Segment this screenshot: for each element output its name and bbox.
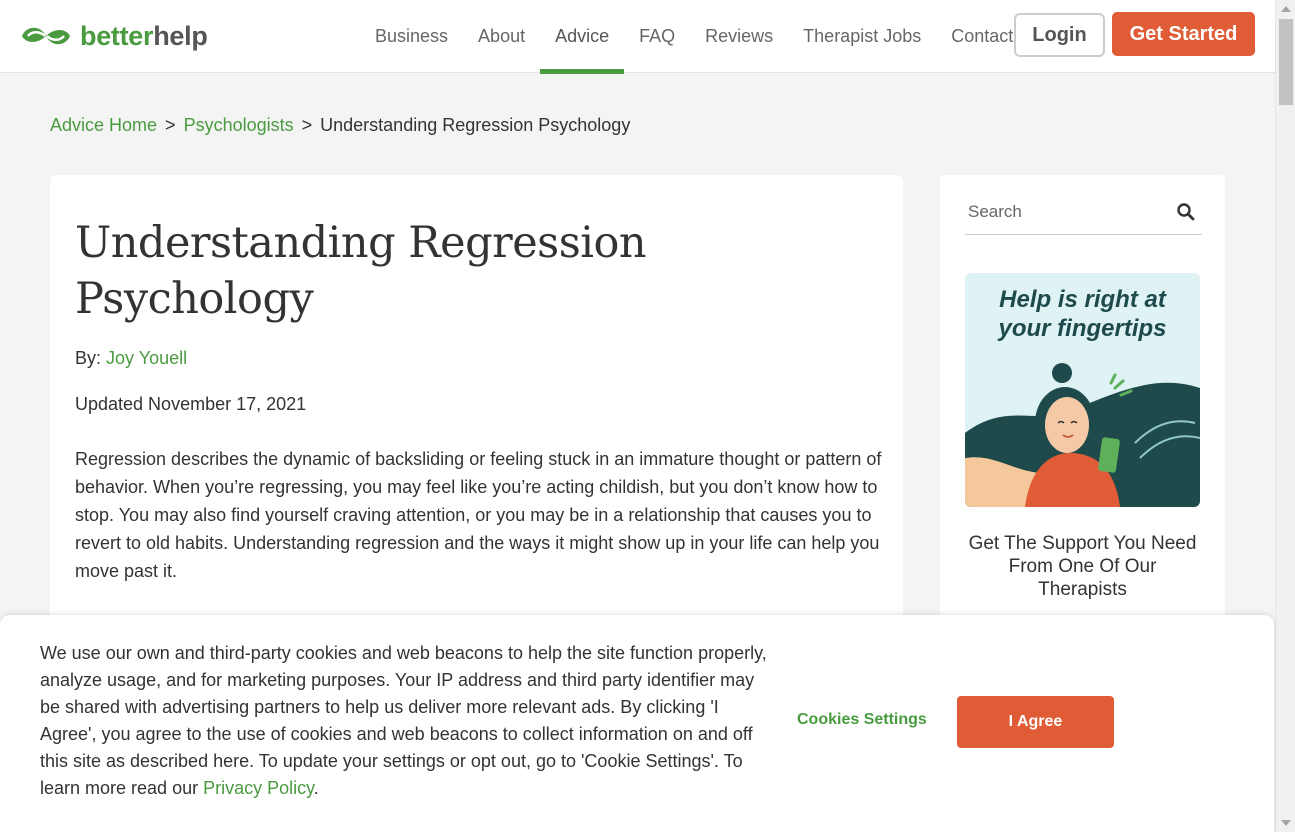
get-started-button[interactable]: Get Started bbox=[1112, 12, 1255, 56]
logo[interactable]: betterhelp bbox=[18, 20, 208, 52]
leaf-logo-icon bbox=[22, 27, 70, 45]
nav-reviews[interactable]: Reviews bbox=[690, 0, 788, 73]
cookie-trailing: . bbox=[313, 778, 319, 798]
cookie-message: We use our own and third-party cookies a… bbox=[40, 643, 767, 798]
privacy-policy-link[interactable]: Privacy Policy bbox=[203, 778, 314, 798]
promo-title: Help is right at your fingertips bbox=[998, 286, 1167, 342]
article-card: Understanding Regression Psychology By: … bbox=[50, 175, 903, 675]
article-title: Understanding Regression Psychology bbox=[75, 218, 647, 324]
sidebar: Help is right at your fingertips Get The… bbox=[940, 175, 1225, 675]
promo-banner[interactable]: Help is right at your fingertips bbox=[965, 273, 1200, 507]
breadcrumb: Advice Home > Psychologists > Understand… bbox=[50, 115, 630, 136]
cookie-settings-button[interactable]: Cookies Settings bbox=[797, 711, 927, 729]
scroll-thumb[interactable] bbox=[1279, 19, 1293, 105]
nav-advice[interactable]: Advice bbox=[540, 0, 625, 74]
breadcrumb-psychologists[interactable]: Psychologists bbox=[184, 115, 294, 136]
author-link[interactable]: Joy Youell bbox=[106, 348, 187, 368]
article-intro: Regression describes the dynamic of back… bbox=[75, 449, 882, 581]
nav-business[interactable]: Business bbox=[360, 0, 463, 73]
search-box bbox=[965, 190, 1202, 235]
agree-button[interactable]: I Agree bbox=[957, 696, 1114, 748]
nav-therapist-jobs[interactable]: Therapist Jobs bbox=[788, 0, 936, 73]
cookie-banner: We use our own and third-party cookies a… bbox=[0, 615, 1274, 832]
scroll-down-arrow-icon[interactable] bbox=[1281, 820, 1291, 826]
nav-about[interactable]: About bbox=[463, 0, 540, 73]
article-byline: By: Joy Youell bbox=[75, 348, 187, 369]
cookie-text: We use our own and third-party cookies a… bbox=[40, 640, 770, 802]
breadcrumb-advice-home[interactable]: Advice Home bbox=[50, 115, 157, 136]
updated-date: Updated November 17, 2021 bbox=[75, 394, 307, 414]
site-header: betterhelp Business About Advice FAQ Rev… bbox=[0, 0, 1275, 74]
search-input[interactable] bbox=[965, 202, 1165, 222]
breadcrumb-separator: > bbox=[301, 115, 313, 135]
breadcrumb-current: Understanding Regression Psychology bbox=[320, 115, 631, 135]
promo-caption: Get The Support You Need From One Of Our… bbox=[968, 533, 1197, 600]
search-icon[interactable] bbox=[1176, 202, 1196, 222]
page-scrollbar[interactable] bbox=[1275, 0, 1295, 832]
logo-wordmark: betterhelp bbox=[80, 20, 208, 51]
scroll-up-arrow-icon[interactable] bbox=[1281, 6, 1291, 12]
nav-faq[interactable]: FAQ bbox=[624, 0, 690, 73]
byline-label: By: bbox=[75, 348, 102, 368]
main-nav: Business About Advice FAQ Reviews Therap… bbox=[360, 0, 1028, 74]
breadcrumb-separator: > bbox=[165, 115, 176, 135]
login-button[interactable]: Login bbox=[1014, 13, 1105, 57]
